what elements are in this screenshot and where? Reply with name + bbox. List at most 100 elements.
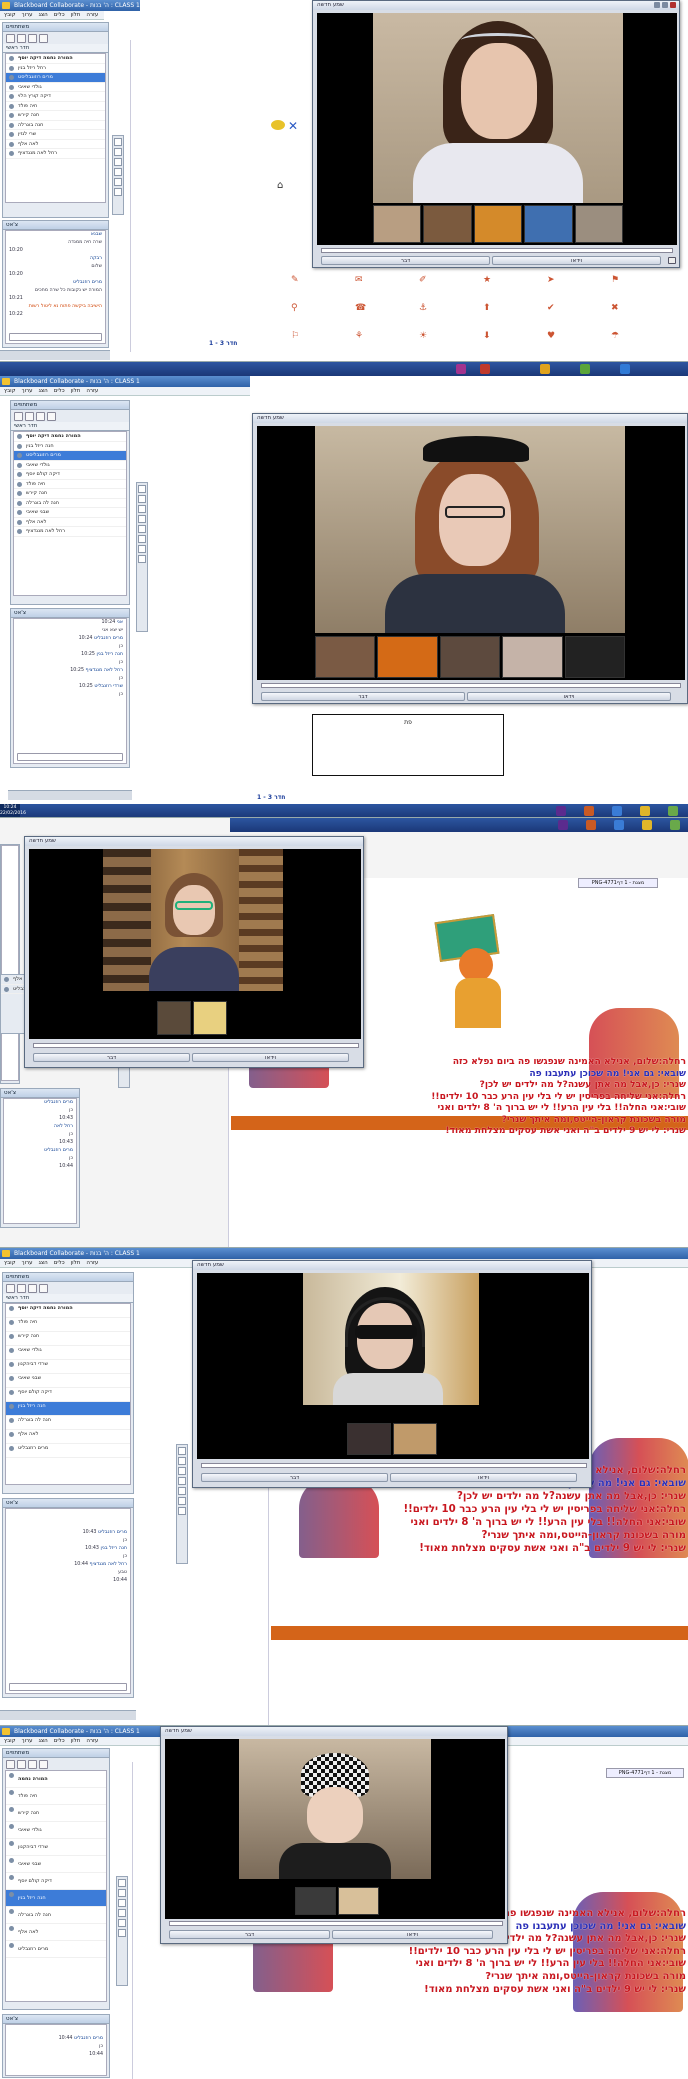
participant-row[interactable]: שבני שאיבי [6,1374,130,1388]
menu-tools[interactable]: כלים [54,1738,65,1744]
mic-icon[interactable] [25,412,34,421]
video-button[interactable]: וידאו [492,256,661,265]
participant-row[interactable]: מרים רוזוגבליסט [6,73,105,83]
video-button[interactable]: וידאו [332,1930,493,1939]
menu-file[interactable]: קובץ [4,1260,16,1266]
video-window[interactable]: שמע חדשה דבר וידאו [312,0,680,268]
talk-button[interactable]: דבר [169,1930,330,1939]
app-icon[interactable] [584,806,594,816]
video-window[interactable]: שמע חדשה דבר וידאו [24,836,364,1068]
participant-row[interactable]: רחל לאה מנגדציף [14,527,126,537]
emoticon-icon[interactable] [39,34,48,43]
participant-row[interactable]: חיה פולד [6,1318,130,1332]
participant-row[interactable]: דיקה קולם יוסף [14,470,126,480]
app-icon[interactable] [540,364,550,374]
participant-row[interactable]: דיקה קולם יוסף [6,1388,130,1402]
menu-window[interactable]: חלון [71,1260,81,1266]
video-thumbnail[interactable] [377,636,438,678]
participant-row[interactable]: שרדי דביהקנון [6,1360,130,1374]
app-icon[interactable] [640,806,650,816]
maximize-icon[interactable] [662,2,668,8]
participant-row[interactable]: מרים רוזנבליט [6,1444,130,1458]
participant-row[interactable]: המורה נחמה דיקה יוסף [6,1304,130,1318]
sticker-icon[interactable]: ★ [483,275,543,299]
video-button[interactable]: וידאו [467,692,671,701]
pointer-tool-icon[interactable] [138,545,146,553]
video-thumbnail[interactable] [338,1887,379,1915]
image-tool-icon[interactable] [138,555,146,563]
app-icon[interactable] [614,820,624,830]
shape-tool-icon[interactable] [138,515,146,523]
hand-icon[interactable] [6,34,15,43]
line-tool-icon[interactable] [178,1487,186,1495]
video-button[interactable]: וידאו [192,1053,349,1062]
volume-slider[interactable] [169,1921,503,1926]
participant-row[interactable]: דיקה קולם יוסף [6,1873,106,1890]
participant-row[interactable]: חנה ריזל בנין [6,1402,130,1416]
menu-edit[interactable]: ערוך [22,1738,33,1744]
chat-input[interactable] [9,333,102,341]
participant-row[interactable]: שרדי דביהקנון [6,1839,106,1856]
sticker-icon[interactable]: ☀ [419,331,479,355]
video-thumbnail[interactable] [193,1001,227,1035]
text-tool-icon[interactable] [118,1899,126,1907]
text-box[interactable]: פת [312,714,504,776]
eraser-tool-icon[interactable] [114,178,122,186]
hand-icon[interactable] [14,412,23,421]
participant-row[interactable]: מרים רוזנבליט [6,1941,106,1958]
app-icon[interactable] [580,364,590,374]
menu-tools[interactable]: כלים [54,388,65,394]
menu-help[interactable]: עזרה [86,388,98,394]
select-tool-icon[interactable] [138,485,146,493]
video-thumbnail[interactable] [393,1423,437,1455]
participant-row[interactable]: המורה נחמה דיקה יוסף [6,54,105,64]
participant-row[interactable]: חנה לה בוגרלה [6,1416,130,1430]
video-thumbnail[interactable] [439,636,501,678]
menu-view[interactable]: הצג [39,1260,48,1266]
emoticon-icon[interactable] [39,1760,48,1769]
text-tool-icon[interactable] [138,505,146,513]
participant-row[interactable]: חנה קירש [6,1332,130,1346]
video-thumbnail[interactable] [373,205,422,243]
menu-tools[interactable]: כלים [54,12,65,18]
mic-icon[interactable] [17,34,26,43]
emoticon-icon[interactable] [47,412,56,421]
sticker-icon[interactable]: ⚐ [291,331,351,355]
menu-view[interactable]: הצג [39,1738,48,1744]
app-icon[interactable] [670,820,680,830]
eraser-tool-icon[interactable] [178,1497,186,1505]
volume-slider[interactable] [321,248,673,253]
select-tool-icon[interactable] [118,1879,126,1887]
sticker-icon[interactable]: ✔ [547,303,607,327]
sticker-icon[interactable]: ⬆ [483,303,543,327]
app-icon[interactable] [456,364,466,374]
menu-view[interactable]: הצג [39,388,48,394]
participant-row[interactable]: רחל ריזל בנין [6,64,105,73]
video-button[interactable]: וידאו [390,1473,577,1482]
camera-icon[interactable] [28,1760,37,1769]
participant-row[interactable]: חנה בוגרלה [6,121,105,130]
sticker-icon[interactable]: ⚑ [611,275,671,299]
app-icon[interactable] [586,820,596,830]
participant-row[interactable]: המורה נחמה [6,1771,106,1788]
sticker-icon[interactable]: ✉ [355,275,415,299]
app-icon[interactable] [556,806,566,816]
app-icon[interactable] [612,806,622,816]
video-thumbnail[interactable] [524,205,573,243]
participant-row[interactable]: גולדי שאיבי [6,1822,106,1839]
shape-tool-icon[interactable] [178,1477,186,1485]
menu-window[interactable]: חלון [71,1738,81,1744]
shape-tool-icon[interactable] [114,168,122,176]
participant-row[interactable]: דיקה קורץ הלוי [6,92,105,102]
camera-icon[interactable] [36,412,45,421]
video-thumbnail[interactable] [157,1001,191,1035]
participant-row[interactable]: המורה נחמה דיקה יוסף [14,432,126,442]
select-tool-icon[interactable] [178,1447,186,1455]
camera-icon[interactable] [28,1284,37,1293]
eraser-tool-icon[interactable] [138,535,146,543]
menu-file[interactable]: קובץ [4,388,16,394]
participant-row[interactable]: חנה קירש [6,1805,106,1822]
video-thumbnail[interactable] [295,1887,336,1915]
sticker-icon[interactable]: ☎ [355,303,415,327]
participant-row[interactable]: גולדי שאיבי [6,83,105,92]
